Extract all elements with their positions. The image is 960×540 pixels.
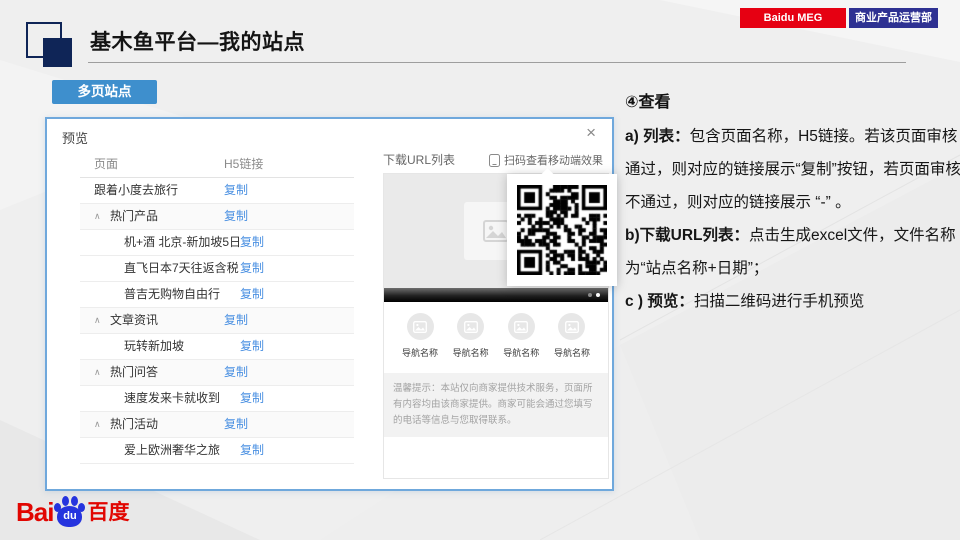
copy-link[interactable]: 复制 (240, 282, 264, 307)
phone-nav: 导航名称 导航名称 导航名称 导航名称 (384, 302, 608, 365)
download-url-list-link[interactable]: 下载URL列表 (383, 151, 455, 168)
badge-department: 商业产品运营部 (849, 8, 938, 28)
table-row: 普吉无购物自由行 复制 (80, 282, 354, 308)
close-icon[interactable]: × (586, 123, 596, 143)
copy-link[interactable]: 复制 (240, 386, 264, 411)
page-table-rows: 跟着小度去旅行复制∧热门产品复制机+酒 北京-新加坡5日复制直飞日本7天往返含税… (80, 178, 354, 464)
title-square-fill-icon (43, 38, 72, 67)
chevron-up-icon[interactable]: ∧ (94, 360, 101, 385)
table-row: 机+酒 北京-新加坡5日复制 (80, 230, 354, 256)
phone-icon (489, 154, 500, 167)
copy-link[interactable]: 复制 (224, 412, 248, 437)
instruction-item: b)下载URL列表：点击生成excel文件，文件名称为“站点名称+日期”； (625, 219, 960, 285)
badge-baidu-meg: Baidu MEG (740, 8, 846, 28)
table-row: 速度发来卡就收到 复制 (80, 386, 354, 412)
page-name: 普吉无购物自由行 (80, 287, 220, 301)
page-name: 热门产品 (80, 209, 158, 223)
nav-label: 导航名称 (503, 346, 539, 359)
table-header: 页面 H5链接 (80, 152, 354, 178)
copy-link[interactable]: 复制 (224, 178, 248, 203)
table-row: ∧热门产品 复制 (80, 204, 354, 230)
qr-popup (507, 174, 617, 286)
carousel-dot (588, 293, 592, 297)
instruction-list: a) 列表：包含页面名称，H5链接。若该页面审核通过，则对应的链接展示“复制”按… (625, 120, 960, 318)
page-title: 基木鱼平台—我的站点 (90, 26, 305, 56)
page-name: 爱上欧洲奢华之旅 (80, 443, 220, 457)
nav-image-placeholder-icon (558, 313, 585, 340)
chevron-up-icon[interactable]: ∧ (94, 308, 101, 333)
baidu-logo: Bai du 百度 (16, 496, 129, 527)
carousel-dot-active (596, 293, 600, 297)
page-name: 文章资讯 (80, 313, 158, 327)
nav-image-placeholder-icon (457, 313, 484, 340)
copy-link[interactable]: 复制 (240, 230, 264, 255)
page-name: 热门问答 (80, 365, 158, 379)
logo-bai-text: Bai (16, 497, 53, 527)
nav-label: 导航名称 (402, 346, 438, 359)
preview-modal: 预览 × 页面 H5链接 跟着小度去旅行复制∧热门产品复制机+酒 北京-新加坡5… (45, 117, 614, 491)
instruction-item: c ) 预览：扫描二维码进行手机预览 (625, 285, 960, 318)
page-name: 热门活动 (80, 417, 158, 431)
page-name: 跟着小度去旅行 (80, 183, 178, 197)
copy-link[interactable]: 复制 (240, 334, 264, 359)
table-row: 直飞日本7天往返含税复制 (80, 256, 354, 282)
table-row: 玩转新加坡 复制 (80, 334, 354, 360)
table-row: ∧热门问答 复制 (80, 360, 354, 386)
page-table: 页面 H5链接 跟着小度去旅行复制∧热门产品复制机+酒 北京-新加坡5日复制直飞… (80, 152, 354, 464)
page-name: 机+酒 北京-新加坡5日 (80, 235, 241, 249)
phone-tips: 温馨提示：本站仅向商家提供技术服务，页面所有内容均由该商家提供。商家可能会通过您… (384, 373, 608, 437)
column-page: 页面 (80, 157, 118, 171)
slide: 基木鱼平台—我的站点 Baidu MEG 商业产品运营部 多页站点 预览 × 页… (0, 0, 960, 540)
modal-title: 预览 (62, 128, 88, 147)
qr-code (517, 185, 607, 275)
column-h5-link: H5链接 (224, 152, 263, 177)
instruction-heading: ④查看 (625, 86, 960, 120)
copy-link[interactable]: 复制 (240, 438, 264, 463)
instruction-item: a) 列表：包含页面名称，H5链接。若该页面审核通过，则对应的链接展示“复制”按… (625, 120, 960, 219)
scan-label: 扫码查看移动端效果 (504, 152, 603, 168)
page-name: 速度发来卡就收到 (80, 391, 220, 405)
nav-item: 导航名称 (550, 313, 594, 359)
nav-item: 导航名称 (398, 313, 442, 359)
table-row: ∧文章资讯 复制 (80, 308, 354, 334)
nav-label: 导航名称 (554, 346, 590, 359)
logo-du-text: du (63, 510, 76, 522)
table-row: ∧热门活动 复制 (80, 412, 354, 438)
section-tag-multipage: 多页站点 (52, 80, 157, 104)
copy-link[interactable]: 复制 (240, 256, 264, 281)
carousel-strip (384, 288, 608, 302)
copy-link[interactable]: 复制 (224, 308, 248, 333)
logo-cn-text: 百度 (87, 499, 129, 527)
carousel-dots (588, 293, 600, 297)
scan-qr-action[interactable]: 扫码查看移动端效果 (489, 152, 603, 168)
chevron-up-icon[interactable]: ∧ (94, 412, 101, 437)
baidu-paw-icon: du (54, 496, 84, 527)
page-name: 玩转新加坡 (80, 339, 184, 353)
nav-image-placeholder-icon (508, 313, 535, 340)
chevron-up-icon[interactable]: ∧ (94, 204, 101, 229)
instruction-panel: ④查看 a) 列表：包含页面名称，H5链接。若该页面审核通过，则对应的链接展示“… (625, 86, 960, 318)
table-row: 爱上欧洲奢华之旅 复制 (80, 438, 354, 464)
copy-link[interactable]: 复制 (224, 204, 248, 229)
nav-label: 导航名称 (453, 346, 489, 359)
nav-item: 导航名称 (499, 313, 543, 359)
title-divider (88, 62, 906, 63)
popup-notch (541, 168, 554, 181)
copy-link[interactable]: 复制 (224, 360, 248, 385)
nav-image-placeholder-icon (407, 313, 434, 340)
table-row: 跟着小度去旅行 复制 (80, 178, 354, 204)
page-name: 直飞日本7天往返含税 (80, 261, 239, 275)
nav-item: 导航名称 (449, 313, 493, 359)
